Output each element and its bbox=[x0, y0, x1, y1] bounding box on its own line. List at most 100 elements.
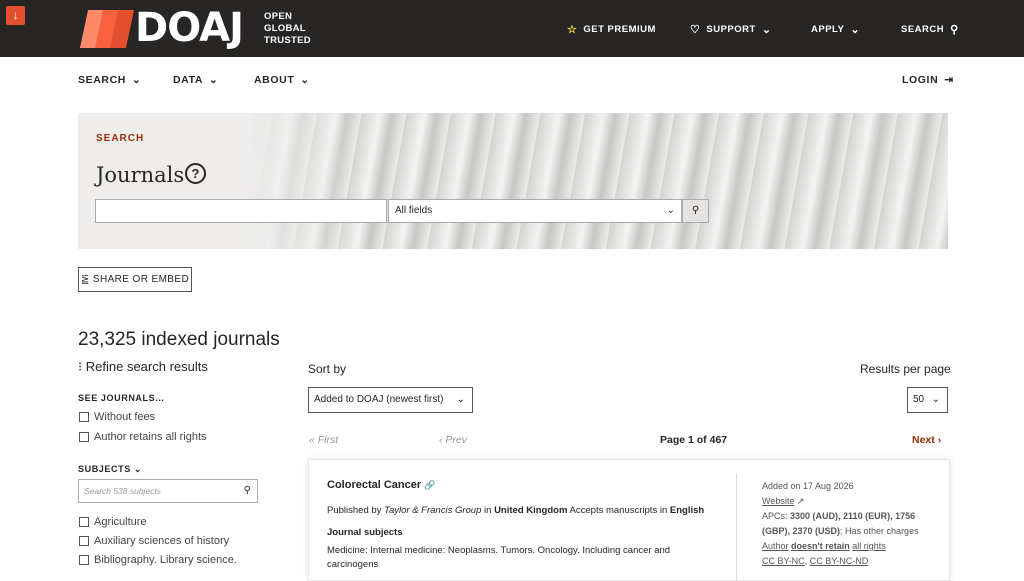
license-link[interactable]: CC BY-NC-ND bbox=[810, 556, 869, 566]
search-link[interactable]: SEARCH ⚲ bbox=[901, 23, 959, 36]
chevron-down-icon: ⌄ bbox=[931, 394, 940, 405]
share-embed-button[interactable]: ⪠ SHARE OR EMBED bbox=[78, 267, 192, 292]
tagline-line: TRUSTED bbox=[264, 35, 311, 46]
search-submit-button[interactable]: ⚲ bbox=[682, 199, 709, 223]
results-per-page-select[interactable]: 50 ⌄ bbox=[907, 387, 948, 413]
subjects-search-input[interactable]: Search 538 subjects ⚲ bbox=[78, 479, 258, 503]
logo-wordmark[interactable]: DOAJ bbox=[135, 6, 244, 50]
chevron-down-icon: ⌄ bbox=[131, 74, 142, 86]
get-premium-link[interactable]: ☆ GET PREMIUM bbox=[567, 23, 656, 36]
apcs-line: APCs: 3300 (AUD), 2110 (EUR), 1756 (GBP)… bbox=[762, 509, 937, 539]
page-title: Journals bbox=[96, 163, 185, 187]
page-indicator: Page 1 of 467 bbox=[660, 434, 728, 446]
journal-title[interactable]: Colorectal Cancer 🔗 bbox=[327, 479, 435, 491]
external-link-icon: ↗ bbox=[796, 496, 805, 506]
support-label: SUPPORT bbox=[706, 24, 756, 35]
pagination-first[interactable]: « First bbox=[309, 434, 338, 446]
login-label: LOGIN bbox=[902, 74, 939, 86]
license-link[interactable]: CC BY-NC bbox=[762, 556, 805, 566]
checkbox[interactable] bbox=[79, 517, 89, 527]
checkbox[interactable] bbox=[79, 536, 89, 546]
subject-label: Bibliography. Library science. bbox=[94, 554, 237, 566]
chevron-down-icon: ⌄ bbox=[133, 464, 143, 474]
checkbox[interactable] bbox=[79, 432, 89, 442]
chevron-down-icon: ⌄ bbox=[666, 205, 675, 216]
subnav-search-label: SEARCH bbox=[78, 74, 126, 86]
support-menu[interactable]: ♡ SUPPORT ⌄ bbox=[690, 23, 772, 36]
journal-publisher-line: Published by Taylor & Francis Group in U… bbox=[327, 505, 704, 516]
sort-by-label: Sort by bbox=[308, 362, 347, 376]
apply-label: APPLY bbox=[811, 24, 845, 35]
subnav-data-label: DATA bbox=[173, 74, 204, 86]
website-link[interactable]: Website ↗ bbox=[762, 494, 937, 509]
journal-meta: Added on 17 Aug 2026 Website ↗ APCs: 330… bbox=[762, 479, 937, 569]
filter-without-fees[interactable]: Without fees bbox=[79, 411, 155, 423]
publisher-name: Taylor & Francis Group bbox=[384, 505, 482, 516]
apcs-tail: ; Has other charges bbox=[840, 526, 919, 536]
see-journals-heading: SEE JOURNALS... bbox=[78, 393, 165, 403]
share-icon: ⪠ bbox=[80, 274, 90, 285]
filter-label: Without fees bbox=[94, 411, 156, 423]
chevron-left-icon: ‹ bbox=[439, 434, 443, 446]
checkbox[interactable] bbox=[79, 412, 89, 422]
filter-author-retains[interactable]: Author retains all rights bbox=[79, 431, 207, 443]
refine-label: Refine search results bbox=[85, 359, 208, 374]
chevron-right-icon: › bbox=[937, 434, 942, 446]
login-link[interactable]: LOGIN ⇥ bbox=[902, 74, 954, 86]
sort-value: Added to DOAJ (newest first) bbox=[314, 394, 444, 405]
download-icon[interactable]: ↓ bbox=[6, 6, 25, 25]
journal-title-text: Colorectal Cancer bbox=[327, 479, 422, 491]
rights-link[interactable]: Author doesn't retain all rights bbox=[762, 539, 937, 554]
first-label: First bbox=[317, 434, 339, 446]
search-input[interactable] bbox=[95, 199, 387, 223]
subnav-search[interactable]: SEARCH ⌄ bbox=[78, 74, 141, 86]
tagline-line: GLOBAL bbox=[264, 23, 306, 34]
results-count: 23,325 indexed journals bbox=[78, 329, 280, 350]
subject-label: Auxiliary sciences of history bbox=[94, 535, 230, 547]
hero-section-label: SEARCH bbox=[96, 133, 145, 144]
in-text: in bbox=[484, 505, 492, 516]
chevron-down-icon: ⌄ bbox=[850, 24, 861, 36]
subjects-heading-label: SUBJECTS bbox=[78, 464, 131, 474]
subnav-about[interactable]: ABOUT ⌄ bbox=[254, 74, 310, 86]
star-icon: ☆ bbox=[567, 24, 578, 36]
refine-heading: ⁝ Refine search results bbox=[78, 359, 208, 375]
sort-select[interactable]: Added to DOAJ (newest first) ⌄ bbox=[308, 387, 473, 413]
subject-auxiliary-history[interactable]: Auxiliary sciences of history bbox=[79, 535, 229, 547]
subject-agriculture[interactable]: Agriculture bbox=[79, 516, 147, 528]
publisher-country: United Kingdom bbox=[494, 505, 568, 516]
logo-tagline: OPEN GLOBAL TRUSTED bbox=[264, 11, 311, 47]
search-hero: SEARCH Journals ? All fields ⌄ ⚲ bbox=[78, 113, 948, 249]
subjects-search-placeholder: Search 538 subjects bbox=[84, 486, 162, 496]
tagline-line: OPEN bbox=[264, 11, 293, 22]
subjects-heading[interactable]: SUBJECTS ⌄ bbox=[78, 464, 142, 475]
license-line: CC BY-NC, CC BY-NC-ND bbox=[762, 556, 869, 566]
chevron-down-icon: ⌄ bbox=[209, 74, 219, 86]
apply-menu[interactable]: APPLY ⌄ bbox=[811, 23, 860, 36]
top-bar: ↓ DOAJ OPEN GLOBAL TRUSTED ☆ GET PREMIUM… bbox=[0, 0, 1024, 57]
added-date: Added on 17 Aug 2026 bbox=[762, 481, 854, 491]
pagination-next[interactable]: Next › bbox=[912, 434, 941, 446]
accepts-text: Accepts manuscripts in bbox=[569, 505, 668, 516]
search-field-value: All fields bbox=[395, 205, 433, 216]
search-icon: ⚲ bbox=[243, 485, 251, 496]
search-field-select[interactable]: All fields ⌄ bbox=[388, 199, 682, 223]
next-label: Next bbox=[912, 434, 935, 446]
chevron-down-icon: ⌄ bbox=[761, 24, 772, 36]
card-divider bbox=[736, 474, 737, 580]
checkbox[interactable] bbox=[79, 555, 89, 565]
pagination-prev[interactable]: ‹ Prev bbox=[439, 434, 467, 446]
subject-bibliography[interactable]: Bibliography. Library science. bbox=[79, 554, 237, 566]
apcs-label: APCs: bbox=[762, 511, 788, 521]
website-label: Website bbox=[762, 496, 795, 506]
help-icon[interactable]: ? bbox=[185, 163, 206, 184]
published-by-text: Published by bbox=[327, 505, 382, 516]
results-per-page-label: Results per page bbox=[860, 362, 951, 376]
subnav-data[interactable]: DATA ⌄ bbox=[173, 74, 218, 86]
rights-all: all rights bbox=[852, 541, 886, 551]
link-icon[interactable]: 🔗 bbox=[424, 480, 435, 490]
search-icon: ⚲ bbox=[950, 24, 959, 36]
heart-icon: ♡ bbox=[690, 24, 701, 36]
journal-subjects-text: Medicine: Internal medicine: Neoplasms. … bbox=[327, 545, 671, 570]
share-embed-label: SHARE OR EMBED bbox=[92, 274, 190, 285]
